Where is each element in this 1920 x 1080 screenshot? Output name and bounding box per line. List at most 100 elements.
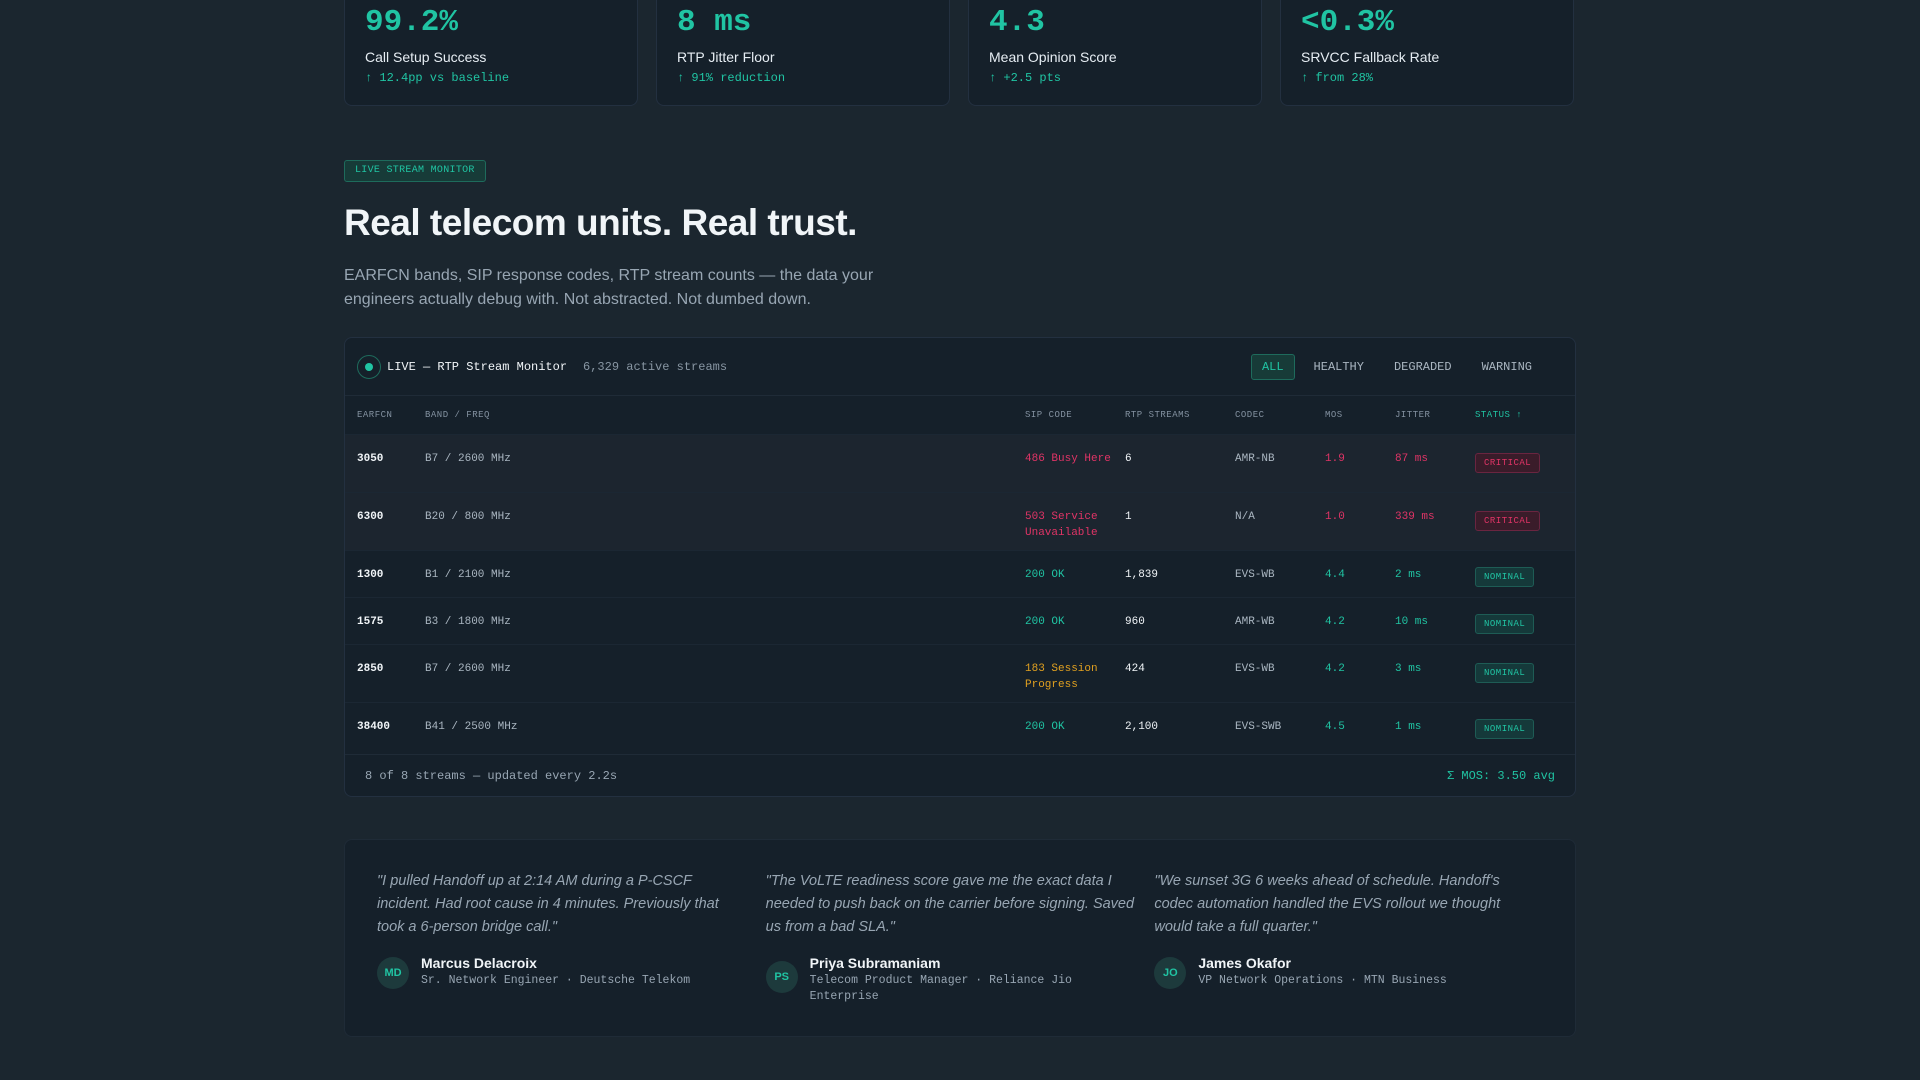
- cell-streams: 2,100: [1125, 720, 1159, 733]
- stat-label: RTP Jitter Floor: [677, 49, 775, 65]
- monitor-title: LIVE — RTP Stream Monitor: [387, 359, 568, 374]
- monitor-header: LIVE — RTP Stream Monitor 6,329 active s…: [345, 338, 1575, 396]
- cell-jitter: 1 ms: [1395, 720, 1422, 733]
- column-header-codec[interactable]: CODEC: [1235, 396, 1325, 434]
- cell-status: NOMINAL: [1475, 550, 1575, 597]
- mos-average: Σ MOS: 3.50 avg: [1446, 768, 1555, 783]
- table-row[interactable]: 2850 B7 / 2600 MHz 183 Session Progress …: [345, 644, 1575, 702]
- testimonial-author: MD Marcus Delacroix Sr. Network Engineer…: [377, 955, 766, 989]
- testimonial-author: PS Priya Subramaniam Telecom Product Man…: [765, 955, 1155, 1005]
- column-header-streams[interactable]: RTP STREAMS: [1125, 396, 1235, 434]
- status-badge: NOMINAL: [1475, 613, 1535, 634]
- cell-sip-code: 183 Session Progress: [1025, 662, 1098, 691]
- filter-degraded[interactable]: DEGRADED: [1383, 354, 1463, 380]
- cell-codec: EVS-SWB: [1235, 720, 1282, 733]
- stat-card: 4.3 Mean Opinion Score ↑ +2.5 pts: [968, 0, 1262, 106]
- stream-summary: 8 of 8 streams — updated every 2.2s: [365, 768, 618, 783]
- cell-status: NOMINAL: [1475, 597, 1575, 644]
- column-header-band[interactable]: BAND / FREQ: [425, 396, 1025, 434]
- cell-jitter: 87 ms: [1395, 452, 1429, 465]
- filter-warning[interactable]: WARNING: [1471, 354, 1543, 380]
- cell-band: B7 / 2600 MHz: [425, 452, 511, 465]
- testimonials-panel: "I pulled Handoff up at 2:14 AM during a…: [344, 839, 1576, 1037]
- filter-all[interactable]: ALL: [1250, 353, 1295, 380]
- cell-sip-code: 486 Busy Here: [1025, 452, 1111, 465]
- status-badge: CRITICAL: [1475, 510, 1541, 531]
- author-role: Sr. Network Engineer · Deutsche Telekom: [421, 974, 691, 987]
- stat-value: 8 ms: [677, 5, 752, 40]
- status-badge: NOMINAL: [1475, 718, 1535, 739]
- table-row[interactable]: 6300 B20 / 800 MHz 503 Service Unavailab…: [345, 492, 1575, 550]
- column-header-earfcn[interactable]: EARFCN: [345, 396, 425, 434]
- cell-jitter: 10 ms: [1395, 615, 1429, 628]
- column-header-status[interactable]: STATUS ↑: [1475, 396, 1575, 434]
- testimonial: "We sunset 3G 6 weeks ahead of schedule.…: [1154, 870, 1543, 1036]
- table-row[interactable]: 38400 B41 / 2500 MHz 200 OK 2,100 EVS-SW…: [345, 702, 1575, 749]
- cell-streams: 6: [1125, 452, 1132, 465]
- stat-card: 8 ms RTP Jitter Floor ↑ 91% reduction: [656, 0, 950, 106]
- cell-streams: 424: [1125, 662, 1145, 675]
- cell-status: NOMINAL: [1475, 702, 1575, 749]
- cell-mos: 4.4: [1325, 568, 1345, 581]
- cell-status: CRITICAL: [1475, 492, 1575, 550]
- cell-status: CRITICAL: [1475, 434, 1575, 492]
- author-name: Marcus Delacroix: [421, 955, 537, 971]
- section-badge: LIVE STREAM MONITOR: [344, 160, 486, 182]
- cell-codec: EVS-WB: [1235, 662, 1275, 675]
- table-row[interactable]: 1575 B3 / 1800 MHz 200 OK 960 AMR-WB 4.2…: [345, 597, 1575, 644]
- section-title: Real telecom units. Real trust.: [344, 202, 857, 243]
- table-row[interactable]: 1300 B1 / 2100 MHz 200 OK 1,839 EVS-WB 4…: [345, 550, 1575, 597]
- cell-codec: EVS-WB: [1235, 568, 1275, 581]
- cell-band: B3 / 1800 MHz: [425, 615, 511, 628]
- stat-delta: ↑ 91% reduction: [677, 71, 786, 85]
- cell-sip-code: 200 OK: [1025, 720, 1065, 733]
- cell-streams: 1,839: [1125, 568, 1159, 581]
- column-header-mos[interactable]: MOS: [1325, 396, 1395, 434]
- cell-codec: AMR-NB: [1235, 452, 1275, 465]
- table-row[interactable]: 3050 B7 / 2600 MHz 486 Busy Here 6 AMR-N…: [345, 434, 1575, 492]
- testimonial: "The VoLTE readiness score gave me the e…: [765, 870, 1155, 1036]
- stat-value: <0.3%: [1301, 5, 1395, 40]
- active-stream-count: 6,329 active streams: [583, 359, 728, 374]
- column-header-jitter[interactable]: JITTER: [1395, 396, 1475, 434]
- cell-jitter: 3 ms: [1395, 662, 1422, 675]
- cell-band: B1 / 2100 MHz: [425, 568, 511, 581]
- author-role: VP Network Operations · MTN Business: [1198, 974, 1447, 987]
- stat-card: <0.3% SRVCC Fallback Rate ↑ from 28%: [1280, 0, 1574, 106]
- stat-delta: ↑ 12.4pp vs baseline: [365, 71, 510, 85]
- stat-label: Call Setup Success: [365, 49, 487, 65]
- cell-sip-code: 200 OK: [1025, 615, 1065, 628]
- stats-row: 99.2% Call Setup Success ↑ 12.4pp vs bas…: [344, 0, 1576, 106]
- column-header-sip[interactable]: SIP CODE: [1025, 396, 1125, 434]
- filter-healthy[interactable]: HEALTHY: [1303, 354, 1375, 380]
- cell-earfcn: 6300: [357, 510, 384, 523]
- testimonial-quote: "We sunset 3G 6 weeks ahead of schedule.…: [1154, 873, 1501, 935]
- cell-mos: 1.0: [1325, 510, 1345, 523]
- cell-earfcn: 2850: [357, 662, 384, 675]
- avatar: PS: [765, 961, 798, 993]
- cell-mos: 4.5: [1325, 720, 1345, 733]
- status-badge: NOMINAL: [1475, 566, 1535, 587]
- cell-streams: 960: [1125, 615, 1145, 628]
- cell-earfcn: 3050: [357, 452, 384, 465]
- section-subtitle: EARFCN bands, SIP response codes, RTP st…: [344, 267, 874, 308]
- live-indicator-icon: [357, 354, 381, 379]
- cell-band: B20 / 800 MHz: [425, 510, 511, 523]
- cell-band: B7 / 2600 MHz: [425, 662, 511, 675]
- avatar: MD: [377, 957, 409, 989]
- cell-streams: 1: [1125, 510, 1132, 523]
- testimonial-quote: "The VoLTE readiness score gave me the e…: [765, 873, 1135, 935]
- stat-card: 99.2% Call Setup Success ↑ 12.4pp vs bas…: [344, 0, 638, 106]
- cell-jitter: 2 ms: [1395, 568, 1422, 581]
- stream-table: EARFCN BAND / FREQ SIP CODE RTP STREAMS …: [345, 396, 1575, 749]
- stat-delta: ↑ +2.5 pts: [989, 71, 1062, 85]
- stat-label: SRVCC Fallback Rate: [1301, 49, 1440, 65]
- table-header-row: EARFCN BAND / FREQ SIP CODE RTP STREAMS …: [345, 396, 1575, 434]
- testimonial: "I pulled Handoff up at 2:14 AM during a…: [377, 870, 766, 1036]
- cell-sip-code: 200 OK: [1025, 568, 1065, 581]
- author-name: Priya Subramaniam: [809, 955, 941, 971]
- cell-codec: N/A: [1235, 510, 1255, 523]
- cell-band: B41 / 2500 MHz: [425, 720, 518, 733]
- cell-status: NOMINAL: [1475, 644, 1575, 702]
- author-role: Telecom Product Manager · Reliance Jio E…: [809, 974, 1072, 1003]
